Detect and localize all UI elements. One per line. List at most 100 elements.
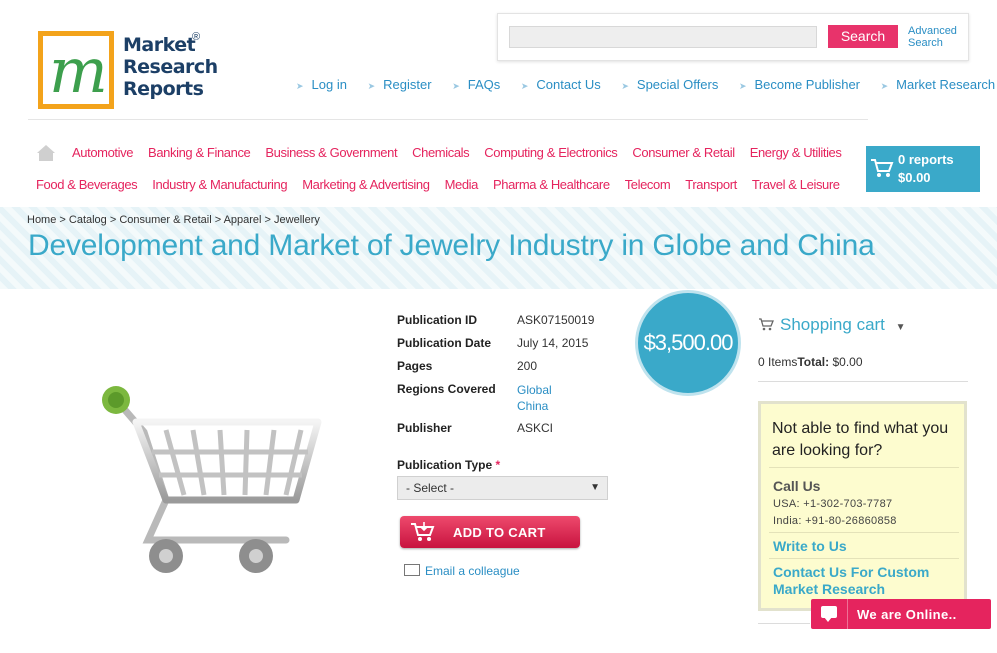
custom-research-link[interactable]: Contact Us For Custom Market Research (773, 564, 963, 598)
advanced-search-link[interactable]: Advanced Search (908, 25, 957, 49)
category-transport[interactable]: Transport (685, 177, 737, 192)
divider (769, 467, 959, 468)
publication-type-select[interactable]: - Select - ▼ (397, 476, 608, 500)
nav-label: Special Offers (636, 77, 719, 92)
cart-items-count: 0 Items (758, 355, 798, 369)
nav-become-publisher[interactable]: ➤ Become Publisher (739, 77, 860, 92)
nav-blog[interactable]: ➤ Market Research Blog (881, 77, 997, 92)
add-to-cart-label: ADD TO CART (453, 525, 546, 540)
search-panel: Search Advanced Search (497, 13, 969, 61)
add-to-cart-button[interactable]: ADD TO CART (400, 516, 580, 548)
header-cart-total: $0.00 (898, 170, 931, 185)
header-divider (28, 119, 868, 120)
category-nav-row2: Food & Beverages Industry & Manufacturing… (36, 177, 840, 192)
search-button[interactable]: Search (828, 25, 898, 48)
nav-login[interactable]: ➤ Log in (296, 77, 347, 92)
home-icon[interactable] (36, 144, 56, 162)
email-colleague-link[interactable]: Email a colleague (404, 564, 520, 578)
category-travel-leisure[interactable]: Travel & Leisure (752, 177, 840, 192)
publisher-value: ASKCI (517, 421, 554, 435)
cart-total-label: Total: (797, 355, 830, 369)
nav-label: Register (383, 77, 432, 92)
nav-register[interactable]: ➤ Register (368, 77, 432, 92)
logo-line1: Market (123, 34, 196, 56)
phone-usa: USA: +1-302-703-7787 (773, 498, 893, 510)
select-value: - Select - (406, 481, 455, 495)
envelope-icon (404, 564, 420, 576)
phone-india: India: +91-80-26860858 (773, 515, 897, 527)
site-logo[interactable]: m Market Research Reports ® (38, 31, 218, 111)
cart-total-value: $0.00 (832, 355, 863, 369)
regions-label: Regions Covered (397, 382, 496, 396)
logo-line3: Reports (123, 78, 204, 100)
nav-special-offers[interactable]: ➤ Special Offers (621, 77, 718, 92)
header-cart-count: 0 reports (898, 152, 954, 167)
cart-icon (871, 159, 894, 177)
region-link-china[interactable]: China (517, 398, 552, 414)
category-food-beverages[interactable]: Food & Beverages (36, 177, 138, 192)
pages-label: Pages (397, 359, 433, 373)
logo-line2: Research (123, 56, 218, 78)
search-input[interactable] (509, 26, 817, 48)
category-marketing-advertising[interactable]: Marketing & Advertising (302, 177, 430, 192)
category-automotive[interactable]: Automotive (72, 145, 133, 160)
nav-contact-us[interactable]: ➤ Contact Us (521, 77, 601, 92)
breadcrumb[interactable]: Home > Catalog > Consumer & Retail > App… (27, 214, 320, 226)
nav-faqs[interactable]: ➤ FAQs (452, 77, 500, 92)
chat-label: We are Online.. (857, 607, 957, 622)
category-pharma-healthcare[interactable]: Pharma & Healthcare (493, 177, 610, 192)
logo-letter: m (49, 34, 108, 107)
chevron-down-icon: ▼ (895, 322, 906, 333)
publisher-label: Publisher (397, 421, 452, 435)
shopping-cart-title: Shopping cart (780, 315, 885, 334)
nav-label: FAQs (467, 77, 501, 92)
category-industry-manufacturing[interactable]: Industry & Manufacturing (152, 177, 287, 192)
shopping-cart-image (102, 386, 322, 573)
nav-label: Become Publisher (754, 77, 861, 92)
category-energy-utilities[interactable]: Energy & Utilities (750, 145, 842, 160)
publication-type-label: Publication Type * (397, 458, 500, 472)
arrow-icon: ➤ (296, 81, 304, 91)
arrow-icon: ➤ (738, 81, 747, 91)
divider (847, 599, 848, 629)
arrow-icon: ➤ (452, 81, 460, 91)
nav-label: Contact Us (536, 77, 601, 92)
category-media[interactable]: Media (445, 177, 479, 192)
cart-icon (759, 318, 774, 331)
price-badge: $3,500.00 (638, 293, 738, 393)
divider (758, 623, 810, 624)
divider (758, 381, 968, 382)
shopping-cart-heading[interactable]: Shopping cart ▼ (780, 315, 906, 335)
category-consumer-retail[interactable]: Consumer & Retail (632, 145, 735, 160)
pages-value: 200 (517, 359, 538, 373)
publication-type-text: Publication Type (397, 458, 493, 472)
advanced-search-line2: Search (908, 37, 943, 49)
divider (769, 532, 959, 533)
chevron-down-icon: ▼ (590, 482, 600, 493)
arrow-icon: ➤ (367, 81, 376, 91)
advanced-search-line1: Advanced (908, 25, 957, 37)
page-title: Development and Market of Jewelry Indust… (28, 229, 875, 262)
category-computing-electronics[interactable]: Computing & Electronics (484, 145, 618, 160)
write-to-us-link[interactable]: Write to Us (773, 538, 963, 555)
cart-icon (411, 522, 435, 541)
arrow-icon: ➤ (621, 81, 629, 91)
logo-mark: m (38, 31, 114, 109)
registered-mark: ® (192, 31, 201, 43)
header-cart-button[interactable]: 0 reports $0.00 (866, 146, 980, 192)
help-question: Not able to find what you are looking fo… (772, 420, 949, 459)
category-chemicals[interactable]: Chemicals (412, 145, 469, 160)
category-telecom[interactable]: Telecom (625, 177, 671, 192)
publication-id-value: ASK07150019 (517, 313, 595, 327)
category-banking-finance[interactable]: Banking & Finance (148, 145, 251, 160)
email-colleague-label: Email a colleague (425, 564, 520, 578)
top-nav: ➤ Log in ➤ Register ➤ FAQs ➤ Contact Us ➤ Spe… (296, 77, 997, 92)
divider (769, 558, 959, 559)
arrow-icon: ➤ (520, 81, 529, 91)
chat-icon (821, 606, 837, 622)
nav-label: Log in (311, 77, 347, 92)
category-business-government[interactable]: Business & Government (265, 145, 397, 160)
region-link-global[interactable]: Global (517, 382, 552, 398)
category-nav-row1: Automotive Banking & Finance Business & Go… (72, 145, 842, 160)
live-chat-button[interactable]: We are Online.. (811, 599, 991, 629)
